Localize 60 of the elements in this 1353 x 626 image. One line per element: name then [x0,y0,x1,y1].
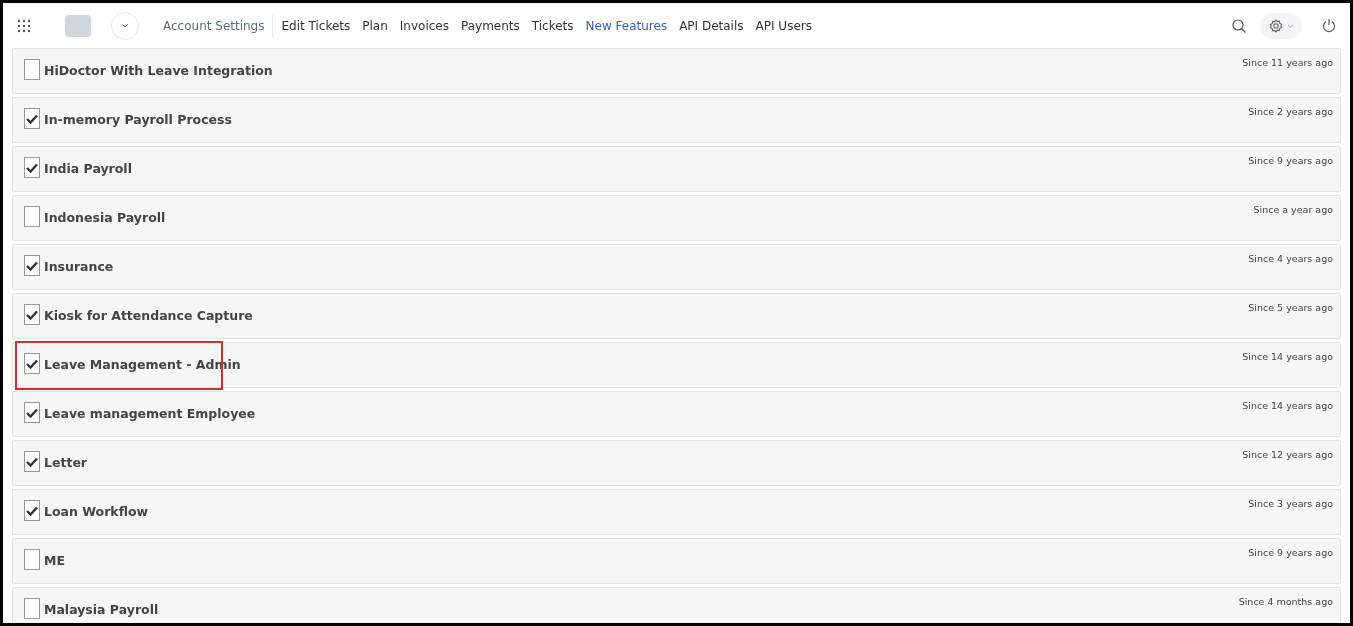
checkbox[interactable] [24,549,40,570]
chevron-down-icon [1286,23,1294,28]
checkbox[interactable] [24,157,40,178]
check-icon [26,260,38,271]
nav-link[interactable]: Plan [356,16,394,35]
settings-button[interactable] [1260,12,1302,39]
feature-name: Malaysia Payroll [44,601,159,619]
nav-link[interactable]: Payments [455,16,526,35]
feature-name: Loan Workflow [44,503,149,521]
check-icon [26,309,38,320]
check-icon [26,113,38,124]
nav-link[interactable]: Tickets [525,16,580,35]
since-date: Since a year ago [1253,203,1333,217]
feature-name: In-memory Payroll Process [44,111,232,129]
since-date: Since 4 years ago [1248,252,1333,266]
nav-link[interactable]: API Details [673,16,750,35]
checkbox[interactable] [24,451,40,472]
feature-name: Letter [44,454,88,472]
check-icon [26,358,38,369]
check-icon [26,407,38,418]
checkbox[interactable] [24,304,40,325]
apps-grid-icon[interactable] [17,18,31,33]
feature-name: Kiosk for Attendance Capture [44,307,253,325]
feature-name: ME [44,552,65,570]
checkbox[interactable] [24,59,40,80]
nav-link[interactable]: Edit Tickets [275,16,357,35]
since-date: Since 5 years ago [1248,301,1333,315]
chevron-down-icon [121,23,129,28]
since-date: Since 4 months ago [1238,595,1333,609]
check-icon [26,456,38,467]
since-date: Since 11 years ago [1242,56,1333,70]
nav-link[interactable]: API Users [749,16,818,35]
since-date: Since 14 years ago [1242,399,1333,413]
since-date: Since 9 years ago [1248,546,1333,560]
feature-name: India Payroll [44,160,132,178]
since-date: Since 12 years ago [1242,448,1333,462]
since-date: Since 9 years ago [1248,154,1333,168]
check-icon [26,162,38,173]
logo-placeholder [65,14,91,37]
nav-link[interactable]: Invoices [393,16,455,35]
search-icon[interactable] [1232,18,1246,33]
checkbox[interactable] [24,108,40,129]
since-date: Since 2 years ago [1248,105,1333,119]
power-icon[interactable] [1322,18,1336,33]
checkbox[interactable] [24,206,40,227]
nav-link[interactable]: New Features [579,16,674,35]
since-date: Since 14 years ago [1242,350,1333,364]
since-date: Since 3 years ago [1248,497,1333,511]
checkbox[interactable] [24,598,40,619]
checkbox[interactable] [24,500,40,521]
feature-name: HiDoctor With Leave Integration [44,62,273,80]
checkbox[interactable] [24,353,40,374]
settings-icon [1268,18,1283,33]
checkbox[interactable] [24,402,40,423]
feature-name: Leave management Employee [44,405,256,423]
nav-link[interactable]: Account Settings [157,16,271,35]
feature-name: Indonesia Payroll [44,209,166,227]
checkbox[interactable] [24,255,40,276]
feature-name: Insurance [44,258,114,276]
check-icon [26,505,38,516]
